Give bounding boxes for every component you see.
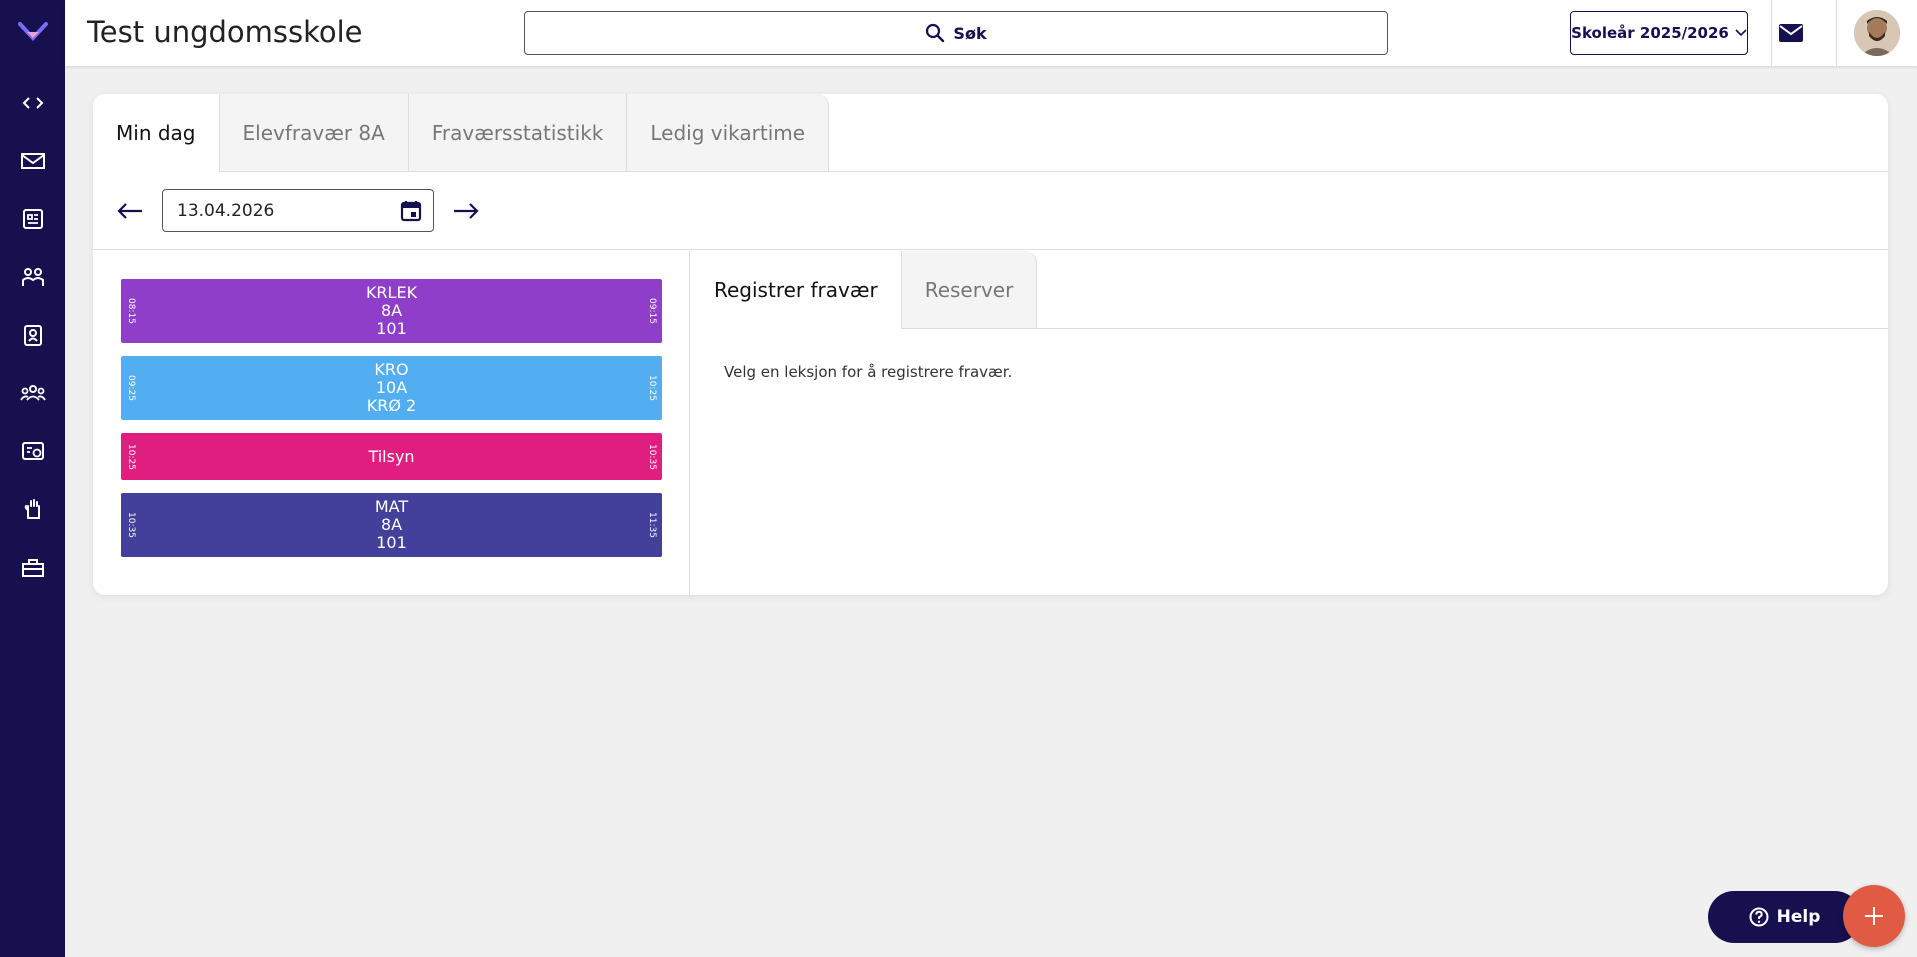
my-day-card: Min dag Elevfravær 8A Fraværsstatistikk … — [93, 94, 1888, 595]
mail-icon — [20, 153, 45, 169]
chevron-down-icon — [1735, 29, 1747, 37]
plus-icon — [1865, 907, 1883, 925]
sidebar-item-code[interactable] — [0, 74, 65, 132]
header-divider — [1836, 0, 1837, 66]
absence-tabs: Registrer fravær Reserver — [691, 251, 1038, 329]
previous-day-button[interactable] — [115, 198, 145, 224]
lesson-subject: Tilsyn — [368, 446, 415, 466]
question-circle-icon — [1749, 907, 1769, 927]
envelope-icon — [1779, 24, 1803, 42]
hand-icon — [24, 499, 40, 519]
lesson-end-time: 10:35 — [647, 443, 658, 470]
school-year-value: Skoleår 2025/2026 — [1571, 24, 1729, 42]
tab-reserver[interactable]: Reserver — [901, 251, 1038, 329]
lesson-start-time: 08:15 — [125, 298, 136, 324]
code-icon — [22, 97, 43, 109]
date-field[interactable]: 13.04.2026 — [162, 189, 434, 232]
help-button[interactable]: Help — [1708, 891, 1861, 943]
school-year-select[interactable]: Skoleår 2025/2026 — [1570, 11, 1748, 55]
school-title: Test ungdomsskole — [87, 15, 363, 49]
tab-ledig-vikartime[interactable]: Ledig vikartime — [627, 94, 830, 172]
sidebar-item-people[interactable] — [0, 248, 65, 306]
user-photo-icon — [1854, 10, 1900, 56]
lesson-room: 101 — [376, 319, 407, 338]
sidebar — [0, 0, 65, 957]
lesson-card[interactable]: 10:35 MAT 8A 101 11:35 — [121, 493, 662, 557]
add-button[interactable] — [1843, 885, 1905, 947]
logo-icon[interactable] — [17, 20, 48, 44]
help-label: Help — [1776, 907, 1821, 927]
messages-button[interactable] — [1771, 14, 1811, 52]
lesson-group: 8A — [380, 515, 403, 534]
lesson-end-time: 11:35 — [647, 512, 658, 538]
lesson-end-time: 10:25 — [647, 375, 658, 401]
main-tabs: Min dag Elevfravær 8A Fraværsstatistikk … — [93, 94, 830, 172]
absence-panel: Registrer fravær Reserver Velg en leksjo… — [691, 251, 1888, 595]
lesson-card[interactable]: 09:25 KRO 10A KRØ 2 10:25 — [121, 356, 662, 420]
badge-icon — [23, 325, 42, 346]
group-icon — [19, 385, 46, 401]
calendar-icon[interactable] — [399, 199, 423, 223]
date-value: 13.04.2026 — [177, 200, 275, 221]
lesson-group: 8A — [380, 301, 403, 320]
sidebar-nav — [0, 74, 65, 596]
tab-fravaersstatistikk[interactable]: Fraværsstatistikk — [408, 94, 628, 172]
sidebar-item-news[interactable] — [0, 190, 65, 248]
arrow-left-icon — [117, 203, 142, 219]
lesson-start-time: 10:25 — [125, 443, 136, 470]
tab-elevfravaer[interactable]: Elevfravær 8A — [219, 94, 409, 172]
date-navigation: 13.04.2026 — [93, 172, 1888, 250]
sidebar-item-schedule[interactable] — [0, 422, 65, 480]
sidebar-item-hand[interactable] — [0, 480, 65, 538]
lesson-end-time: 09:15 — [647, 298, 658, 324]
next-day-button[interactable] — [451, 198, 481, 224]
arrow-right-icon — [454, 203, 479, 219]
avatar[interactable] — [1854, 10, 1900, 56]
lesson-room: 101 — [376, 533, 407, 552]
sidebar-item-badge[interactable] — [0, 306, 65, 364]
newspaper-icon — [22, 209, 43, 229]
search-input[interactable]: Søk — [524, 11, 1388, 55]
lesson-room: KRØ 2 — [366, 396, 417, 415]
lesson-card[interactable]: 10:25 Tilsyn 10:35 — [121, 433, 662, 480]
lesson-subject: KRO — [374, 360, 409, 379]
people-icon — [21, 268, 44, 286]
header: Test ungdomsskole Søk Skoleår 2025/2026 — [65, 0, 1917, 66]
absence-instruction: Velg en leksjon for å registrere fravær. — [724, 363, 1013, 381]
sidebar-item-toolbox[interactable] — [0, 538, 65, 596]
lesson-list: 08:15 KRLEK 8A 101 09:15 09:25 KRO 10A K… — [93, 251, 690, 595]
toolbox-icon — [21, 559, 44, 577]
tab-min-dag[interactable]: Min dag — [93, 94, 220, 172]
lesson-subject: KRLEK — [365, 283, 418, 302]
lesson-card[interactable]: 08:15 KRLEK 8A 101 09:15 — [121, 279, 662, 343]
search-label: Søk — [953, 23, 987, 43]
sidebar-item-mail[interactable] — [0, 132, 65, 190]
lesson-group: 10A — [375, 378, 408, 397]
schedule-icon — [21, 442, 44, 460]
lesson-subject: MAT — [374, 497, 409, 516]
search-icon — [926, 23, 945, 43]
tab-registrer-fravaer[interactable]: Registrer fravær — [691, 251, 902, 329]
lesson-start-time: 09:25 — [125, 375, 136, 401]
lesson-start-time: 10:35 — [125, 512, 136, 538]
absence-tabs-divider — [1016, 328, 1888, 329]
sidebar-item-group[interactable] — [0, 364, 65, 422]
